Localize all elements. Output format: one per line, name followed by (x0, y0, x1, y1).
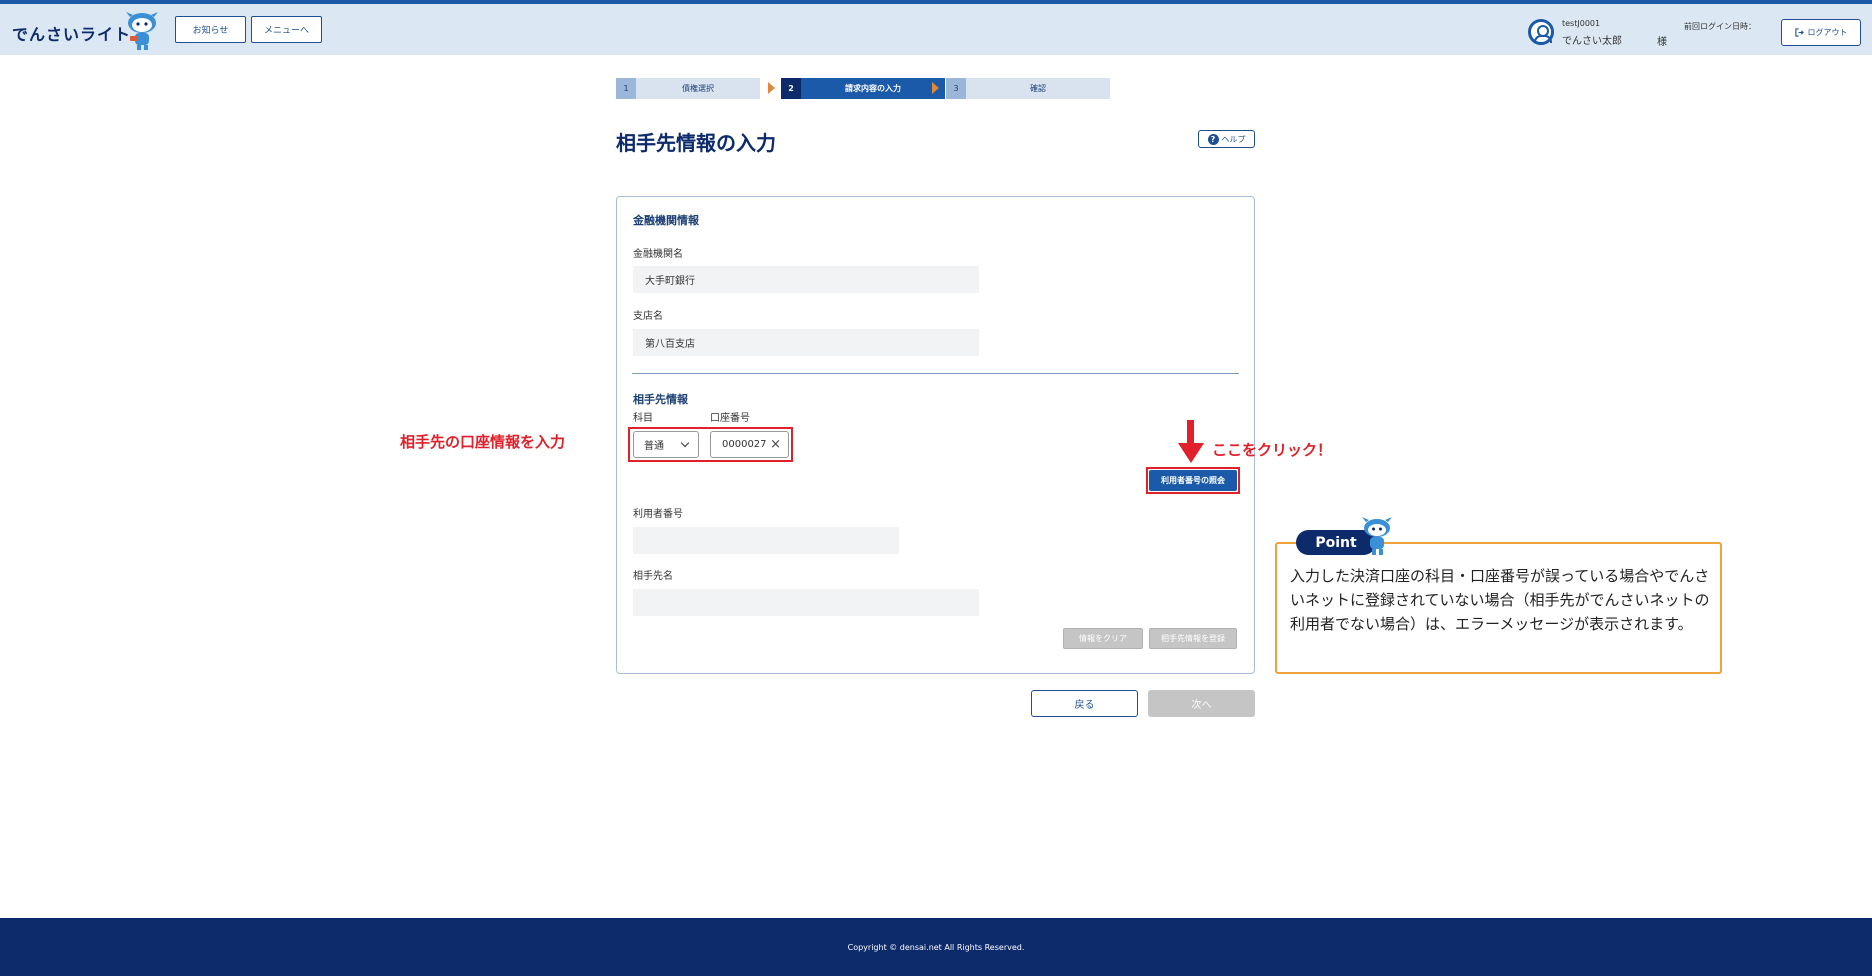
click-here-annotation: ここをクリック！ (1212, 441, 1333, 459)
step-number: 1 (616, 78, 636, 99)
header: でんさいライト お知らせ メニューへ testJ0001 でんさい太郎 様 前回… (0, 4, 1872, 55)
logout-button[interactable]: ログアウト (1781, 19, 1861, 46)
subject-select[interactable]: 普通 (633, 431, 699, 458)
help-icon: ? (1207, 133, 1219, 145)
footer: Copyright © densai.net All Rights Reserv… (0, 918, 1872, 976)
clear-info-button[interactable]: 情報をクリア (1063, 628, 1143, 649)
logout-label: ログアウト (1807, 28, 1848, 37)
user-name: でんさい太郎 (1562, 36, 1622, 47)
account-input-annotation: 相手先の口座情報を入力 (400, 433, 566, 451)
mascot-logo-icon (126, 12, 158, 50)
user-honorific: 様 (1657, 37, 1667, 48)
app-logo-text[interactable]: でんさいライト (12, 21, 131, 45)
step-arrow-icon (932, 82, 939, 94)
step-label: 確認 (966, 78, 1110, 99)
bank-section-title: 金融機関情報 (633, 214, 699, 227)
news-button[interactable]: お知らせ (175, 16, 246, 43)
step-label: 請求内容の入力 (801, 78, 945, 99)
account-number-value: 0000027 (722, 439, 767, 450)
chevron-down-icon (680, 438, 690, 448)
mascot-icon (1362, 517, 1392, 555)
partner-name-label: 相手先名 (633, 571, 673, 582)
clear-icon[interactable]: × (770, 437, 781, 452)
register-partner-button[interactable]: 相手先情報を登録 (1149, 628, 1237, 649)
red-arrow-icon (1187, 420, 1194, 445)
last-login-label: 前回ログイン日時： (1684, 22, 1756, 31)
step-1: 1 債権選択 (616, 78, 760, 99)
branch-field: 第八百支店 (633, 329, 979, 356)
step-label: 債権選択 (636, 78, 760, 99)
partner-section-title: 相手先情報 (633, 393, 688, 406)
menu-button[interactable]: メニューへ (251, 16, 322, 43)
logout-icon (1794, 28, 1804, 37)
account-number-label: 口座番号 (710, 413, 750, 424)
section-divider (632, 373, 1239, 374)
bank-name-label: 金融機関名 (633, 249, 683, 260)
step-number: 2 (781, 78, 801, 99)
back-button[interactable]: 戻る (1031, 690, 1138, 717)
account-number-input[interactable]: 0000027 × (710, 431, 789, 458)
bank-name-field: 大手町銀行 (633, 266, 979, 293)
copyright-text: Copyright © densai.net All Rights Reserv… (847, 942, 1025, 952)
user-number-inquiry-button[interactable]: 利用者番号の照会 (1149, 470, 1237, 491)
page-title: 相手先情報の入力 (616, 131, 776, 155)
subject-select-value: 普通 (644, 441, 664, 452)
user-id: testJ0001 (1562, 19, 1601, 28)
user-icon (1528, 19, 1554, 45)
step-3: 3 確認 (946, 78, 1110, 99)
step-number: 3 (946, 78, 966, 99)
partner-name-field (633, 589, 979, 616)
next-button[interactable]: 次へ (1148, 690, 1255, 717)
help-button[interactable]: ? ヘルプ (1198, 130, 1255, 148)
step-arrow-icon (768, 82, 775, 94)
step-2: 2 請求内容の入力 (781, 78, 945, 99)
point-text: 入力した決済口座の科目・口座番号が誤っている場合やでんさいネットに登録されていな… (1290, 567, 1710, 633)
user-number-field (633, 527, 899, 554)
branch-label: 支店名 (633, 311, 663, 322)
red-arrow-head-icon (1178, 443, 1204, 463)
user-number-label: 利用者番号 (633, 509, 683, 520)
subject-label: 科目 (633, 413, 653, 424)
help-label: ヘルプ (1221, 134, 1246, 144)
